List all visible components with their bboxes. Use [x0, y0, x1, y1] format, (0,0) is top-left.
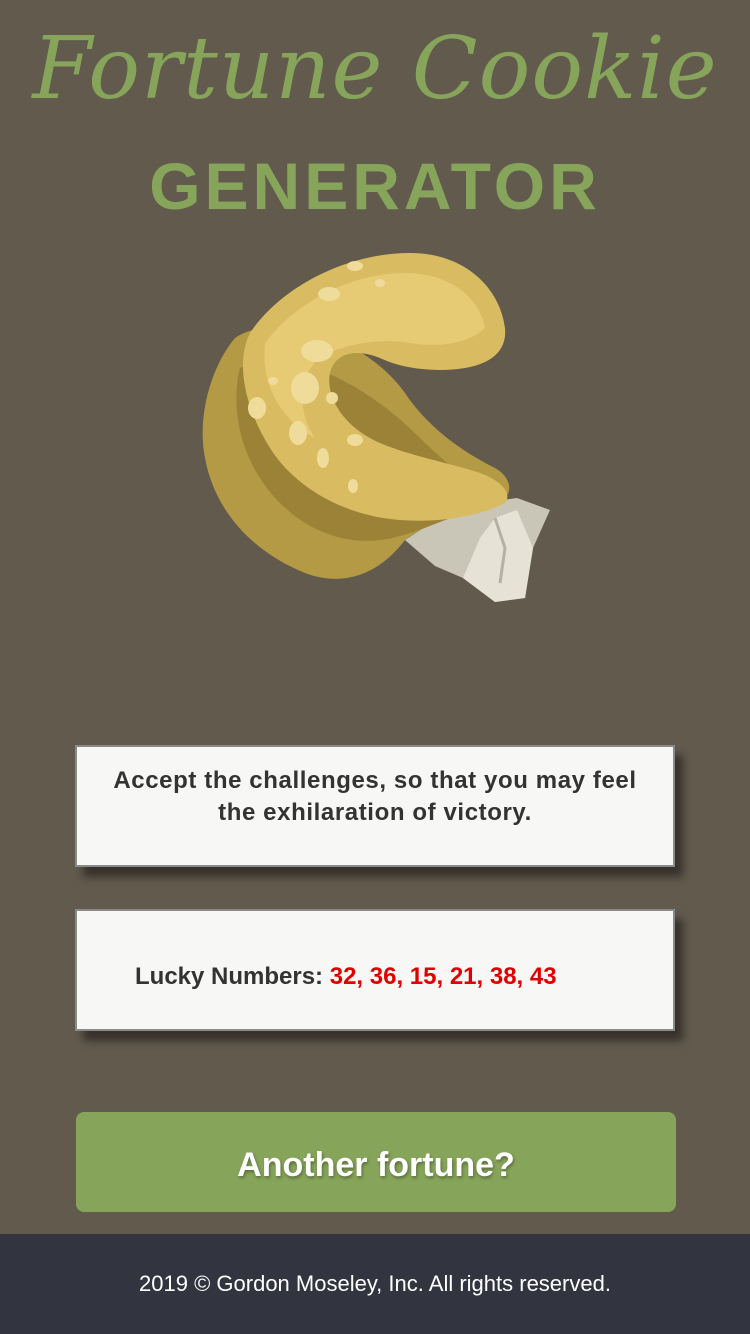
- lucky-numbers-row: Lucky Numbers: 32, 36, 15, 21, 38, 43: [135, 963, 557, 991]
- fortune-cookie-icon: [202, 253, 550, 602]
- lucky-numbers-values: 32, 36, 15, 21, 38, 43: [329, 963, 557, 990]
- lucky-numbers-card: Lucky Numbers: 32, 36, 15, 21, 38, 43: [75, 909, 675, 1031]
- lucky-numbers-label: Lucky Numbers:: [135, 963, 324, 990]
- fortune-card: Accept the challenges, so that you may f…: [75, 745, 675, 867]
- footer: 2019 © Gordon Moseley, Inc. All rights r…: [0, 1234, 750, 1334]
- footer-copyright: 2019 © Gordon Moseley, Inc. All rights r…: [139, 1271, 611, 1296]
- another-fortune-button[interactable]: Another fortune?: [76, 1112, 676, 1212]
- app-title: Fortune Cookie: [32, 19, 718, 119]
- fortune-text: Accept the challenges, so that you may f…: [113, 767, 637, 826]
- app-subtitle: GENERATOR: [149, 149, 601, 223]
